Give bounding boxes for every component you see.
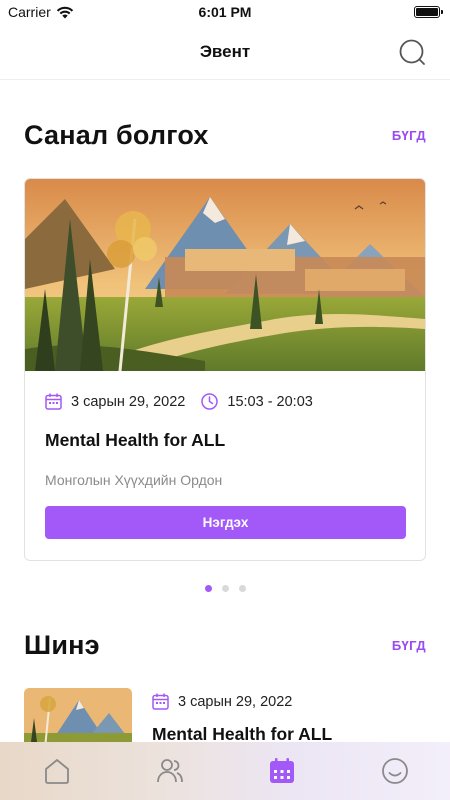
carousel-dot[interactable] [221,585,229,592]
calendar-icon [45,393,62,410]
recommended-see-all-link[interactable]: БҮГД [392,128,426,143]
page-title: Эвент [199,42,251,61]
new-section-header: Шинэ БҮГД [24,630,426,670]
calendar-icon [152,693,169,710]
calendar-icon[interactable] [267,756,297,786]
carousel-dot[interactable] [238,585,246,592]
new-event-date: 3 сарын 29, 2022 [178,693,293,710]
carousel-pagination[interactable] [0,585,450,592]
profile-smile-icon[interactable] [380,756,410,786]
event-meta-row: 3 сарын 29, 2022 15:03 - 20:03 [45,393,313,410]
event-organizer: Монголын Хүүхдийн Ордон [45,472,223,488]
new-title: Шинэ [24,630,100,660]
event-title: Mental Health for ALL [45,430,226,450]
join-button[interactable]: Нэгдэх [45,506,406,539]
search-icon[interactable] [398,38,428,68]
recommended-title: Санал болгох [24,120,209,150]
status-time: 6:01 PM [198,4,252,20]
event-time: 15:03 - 20:03 [227,393,313,410]
carousel-dot[interactable] [204,585,212,592]
list-item[interactable]: 3 сарын 29, 2022 Mental Health for ALL [24,688,434,758]
event-cover-image [25,179,425,371]
home-icon[interactable] [42,756,72,786]
featured-event-card[interactable]: 3 сарын 29, 2022 15:03 - 20:03 Mental He… [24,178,426,561]
users-icon[interactable] [155,756,185,786]
new-event-meta-row: 3 сарын 29, 2022 [152,693,292,710]
battery-icon [414,6,443,18]
recommended-section-header: Санал болгох БҮГД [24,120,426,160]
clock-icon [201,393,219,410]
event-time-group: 15:03 - 20:03 [201,393,313,410]
status-bar: Carrier 6:01 PM [0,0,450,26]
navigation-bar: Эвент [0,26,450,80]
new-see-all-link[interactable]: БҮГД [392,638,426,653]
event-date: 3 сарын 29, 2022 [71,393,186,410]
tab-bar [0,742,450,800]
